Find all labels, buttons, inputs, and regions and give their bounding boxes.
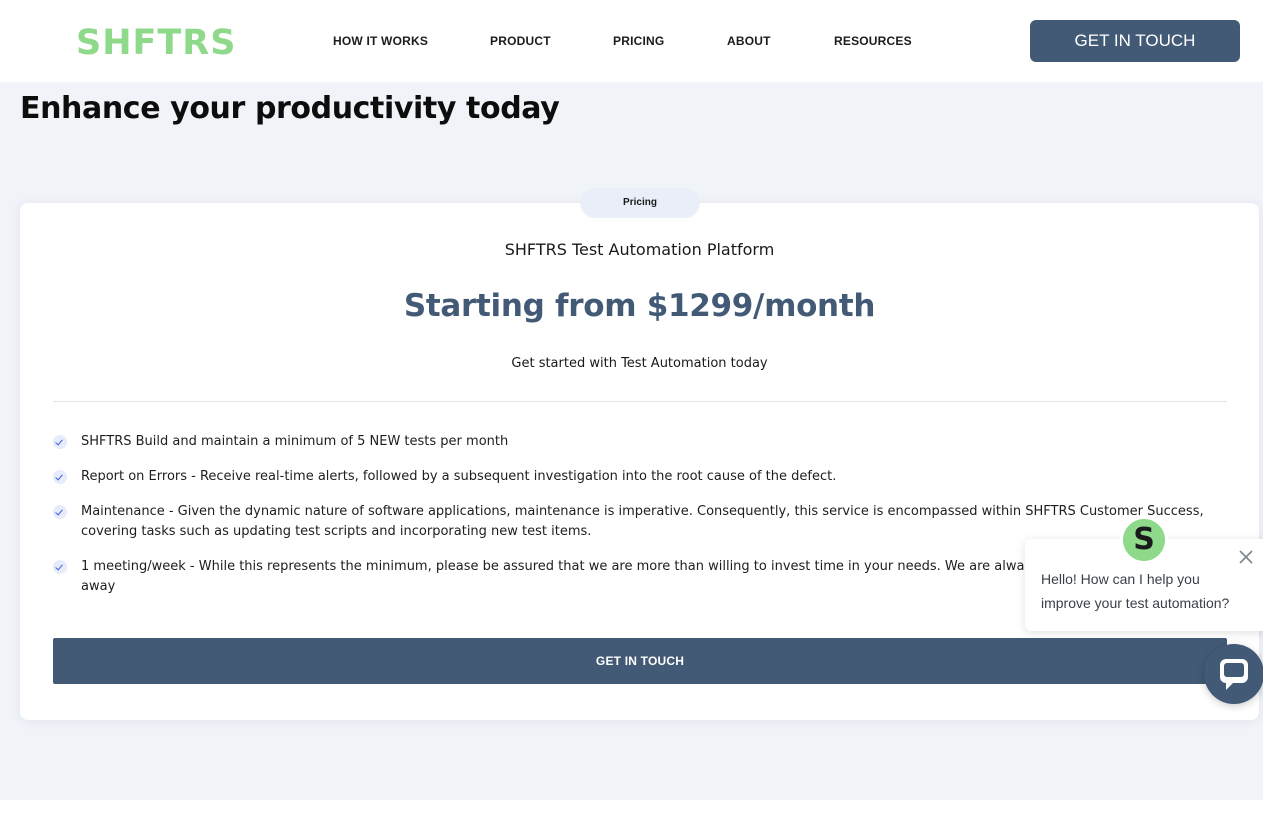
check-icon [53,470,67,484]
header-get-in-touch-button[interactable]: GET IN TOUCH [1030,20,1240,62]
chat-message: Hello! How can I help you improve your t… [1041,571,1230,611]
product-name: SHFTRS Test Automation Platform [504,240,775,259]
list-item: SHFTRS Build and maintain a minimum of 5… [53,432,1233,452]
check-icon [53,505,67,519]
nav-about[interactable]: ABOUT [727,33,771,49]
feature-text: Maintenance - Given the dynamic nature o… [81,504,1204,539]
pricing-section: Enhance your productivity today Pricing … [0,82,1263,800]
chat-launcher-button[interactable] [1204,644,1263,704]
check-icon [53,560,67,574]
feature-text: SHFTRS Build and maintain a minimum of 5… [81,434,509,449]
pricing-card: Pricing SHFTRS Test Automation Platform … [20,188,1259,720]
nav-resources[interactable]: RESOURCES [834,33,912,49]
feature-text: 1 meeting/week - While this represents t… [81,559,1025,574]
card-divider [53,401,1227,402]
get-in-touch-button[interactable]: GET IN TOUCH [53,638,1227,684]
card-subtitle: Get started with Test Automation today [511,356,768,371]
pricing-badge: Pricing [580,188,700,218]
check-icon [53,435,67,449]
chat-bubble-icon [1220,659,1248,690]
chat-agent-avatar: S [1120,516,1168,564]
avatar-letter: S [1133,522,1155,557]
site-header: SHFTRS HOW IT WORKS PRODUCT PRICING ABOU… [0,0,1263,82]
nav-how-it-works[interactable]: HOW IT WORKS [333,33,428,49]
nav-pricing[interactable]: PRICING [613,33,664,49]
price-heading: Starting from $1299/month [403,288,876,324]
close-icon[interactable] [1236,547,1256,567]
feature-text: Report on Errors - Receive real-time ale… [81,469,837,484]
feature-text-continued: away [81,579,116,594]
list-item: Maintenance - Given the dynamic nature o… [53,502,1233,542]
page-title: Enhance your productivity today [20,91,560,126]
list-item: Report on Errors - Receive real-time ale… [53,467,1233,487]
nav-product[interactable]: PRODUCT [490,33,551,49]
footer-strip [0,800,1263,826]
